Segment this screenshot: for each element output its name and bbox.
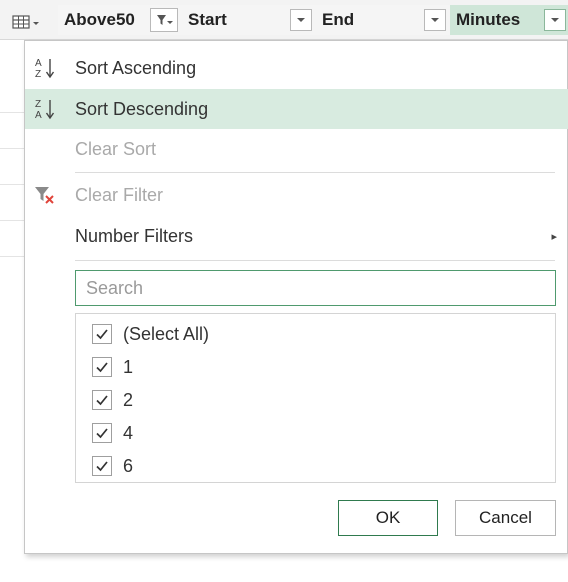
checkbox[interactable] bbox=[92, 324, 112, 344]
clear-sort-menu-item[interactable]: Clear Sort bbox=[25, 129, 568, 169]
value-checkbox-row[interactable]: 6 bbox=[76, 450, 546, 482]
value-checklist: (Select All) 1 2 4 6 bbox=[75, 313, 556, 483]
checkbox-label: 1 bbox=[123, 356, 134, 377]
ok-button[interactable]: OK bbox=[338, 500, 438, 536]
submenu-arrow-icon: ▸ bbox=[551, 230, 557, 243]
checkmark-icon bbox=[96, 395, 108, 406]
select-all-checkbox-row[interactable]: (Select All) bbox=[76, 318, 546, 350]
checkbox-label: 6 bbox=[123, 455, 134, 476]
clear-filter-menu-item[interactable]: Clear Filter bbox=[25, 175, 568, 215]
column-label: Start bbox=[188, 10, 227, 29]
column-filter-button[interactable] bbox=[150, 8, 178, 32]
grid-row-line bbox=[0, 112, 24, 113]
menu-item-label: Number Filters bbox=[75, 225, 194, 246]
checkmark-icon bbox=[96, 329, 108, 340]
checkbox[interactable] bbox=[92, 390, 112, 410]
menu-divider bbox=[75, 260, 555, 261]
sort-descending-icon: Z A bbox=[35, 99, 55, 121]
menu-item-label: Sort Descending bbox=[75, 98, 209, 119]
menu-item-label: Sort Ascending bbox=[75, 57, 197, 78]
column-label: End bbox=[322, 10, 355, 29]
menu-divider bbox=[75, 172, 555, 173]
table-menu-button[interactable] bbox=[12, 12, 56, 32]
checkbox-label: 4 bbox=[123, 422, 134, 443]
chevron-down-icon bbox=[431, 18, 439, 22]
cancel-button[interactable]: Cancel bbox=[455, 500, 556, 536]
column-dropdown-button[interactable] bbox=[424, 9, 446, 31]
chevron-down-icon bbox=[297, 18, 305, 22]
svg-text:A: A bbox=[35, 58, 42, 69]
column-header-bar: Above50 Start End Minutes bbox=[0, 0, 568, 40]
filter-icon bbox=[157, 15, 173, 25]
grid-row-line bbox=[0, 184, 24, 185]
table-menu-icon bbox=[12, 15, 39, 29]
clear-filter-icon bbox=[35, 187, 54, 204]
checkmark-icon bbox=[96, 362, 108, 373]
grid-row-line bbox=[0, 256, 24, 257]
number-filters-menu-item[interactable]: Number Filters ▸ bbox=[25, 216, 568, 256]
svg-text:Z: Z bbox=[35, 99, 41, 110]
menu-item-label: Clear Sort bbox=[75, 138, 157, 159]
power-query-editor: Above50 Start End Minutes A Z Sort Ascen… bbox=[0, 0, 568, 582]
checkbox-label: (Select All) bbox=[123, 323, 210, 344]
column-dropdown-button[interactable] bbox=[290, 9, 312, 31]
svg-text:A: A bbox=[35, 110, 42, 121]
grid-row-line bbox=[0, 148, 24, 149]
grid-row-line bbox=[0, 220, 24, 221]
sort-descending-menu-item[interactable]: Z A Sort Descending bbox=[25, 89, 568, 129]
checkbox[interactable] bbox=[92, 357, 112, 377]
value-checkbox-row[interactable]: 4 bbox=[76, 417, 546, 449]
menu-item-label: Clear Filter bbox=[75, 184, 164, 205]
sort-ascending-icon: A Z bbox=[35, 58, 55, 80]
value-checkbox-row[interactable]: 1 bbox=[76, 351, 546, 383]
value-checkbox-row[interactable]: 2 bbox=[76, 384, 546, 416]
column-dropdown-button-active[interactable] bbox=[544, 9, 566, 31]
checkbox-label: 2 bbox=[123, 389, 134, 410]
checkbox[interactable] bbox=[92, 423, 112, 443]
checkmark-icon bbox=[96, 461, 108, 472]
column-label: Minutes bbox=[456, 10, 521, 29]
chevron-down-icon bbox=[551, 18, 559, 22]
grid-background bbox=[0, 40, 24, 582]
svg-text:Z: Z bbox=[35, 69, 41, 80]
checkmark-icon bbox=[96, 428, 108, 439]
checkbox[interactable] bbox=[92, 456, 112, 476]
search-input[interactable] bbox=[75, 270, 556, 306]
sort-ascending-menu-item[interactable]: A Z Sort Ascending bbox=[25, 48, 568, 88]
column-filter-popup: A Z Sort Ascending Z A Sort Descending C… bbox=[24, 40, 568, 554]
column-label: Above50 bbox=[64, 10, 135, 29]
